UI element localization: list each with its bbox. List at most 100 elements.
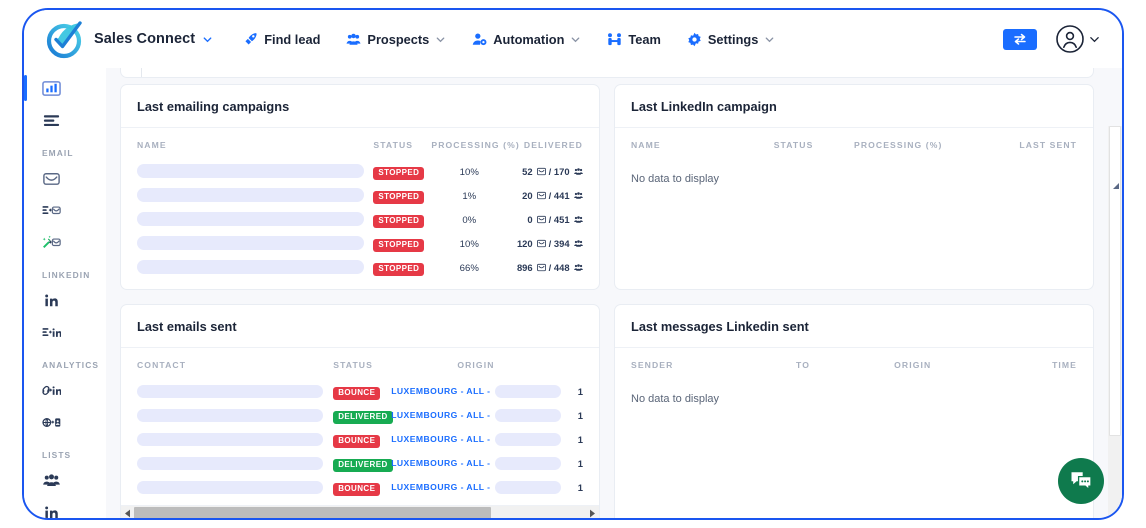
- cell-origin[interactable]: LUXEMBOURG - ALL -: [391, 427, 561, 451]
- cell-delivered: 896 / 448: [507, 255, 583, 279]
- cell-count: 1: [561, 451, 583, 475]
- table-row[interactable]: STOPPED 1% 20 / 441: [137, 183, 583, 207]
- column-header-time: TIME: [1052, 360, 1077, 370]
- origin-link[interactable]: LUXEMBOURG - ALL -: [391, 458, 490, 468]
- sidebar-item-link-analytics[interactable]: [24, 374, 106, 406]
- horizontal-scrollbar[interactable]: [121, 505, 599, 518]
- cell-contact[interactable]: [137, 379, 333, 403]
- table-row[interactable]: STOPPED 10% 120 / 394: [137, 231, 583, 255]
- sidebar-item-lists-overview[interactable]: [24, 104, 106, 136]
- list-plus-linkedin-icon: [42, 327, 61, 337]
- people-group-icon: [43, 473, 60, 486]
- nav-item-settings[interactable]: Settings: [687, 32, 775, 47]
- sidebar-item-web-analytics[interactable]: [24, 406, 106, 438]
- list-lines-icon: [43, 114, 60, 126]
- brand-menu[interactable]: Sales Connect: [94, 31, 213, 47]
- nav-item-find-lead[interactable]: Find lead: [243, 32, 320, 47]
- cell-name[interactable]: [137, 255, 373, 279]
- contact-name-placeholder: [137, 480, 324, 494]
- delivered-sent: 0: [527, 214, 533, 225]
- scroll-left-arrow[interactable]: [121, 506, 134, 519]
- origin-link[interactable]: LUXEMBOURG - ALL -: [391, 386, 490, 396]
- campaign-name-placeholder: [137, 236, 364, 250]
- column-header-last-sent: LAST SENT: [1019, 140, 1077, 150]
- delivered-sent: 20: [522, 190, 533, 201]
- cell-name[interactable]: [137, 231, 373, 255]
- sales-connect-logo[interactable]: [40, 15, 88, 63]
- delivered-total: 448: [553, 262, 570, 273]
- rocket-icon: [245, 32, 257, 44]
- vertical-scrollbar[interactable]: [1108, 126, 1122, 518]
- cell-status: STOPPED: [373, 231, 431, 255]
- app-window: Sales Connect Find lead Prospects Automa…: [22, 8, 1124, 520]
- switch-account-button[interactable]: [1003, 28, 1037, 50]
- scrollbar-track[interactable]: [134, 506, 586, 518]
- sidebar-item-linkedin-campaign[interactable]: [24, 316, 106, 348]
- sidebar-item-email-magic[interactable]: [24, 226, 106, 258]
- status-badge: BOUNCE: [333, 386, 381, 400]
- count-value: 1: [577, 482, 583, 493]
- delivered-total: 394: [553, 238, 570, 249]
- origin-link[interactable]: LUXEMBOURG - ALL -: [391, 434, 490, 444]
- cell-origin[interactable]: LUXEMBOURG - ALL -: [391, 475, 561, 499]
- brand-label: Sales Connect: [94, 31, 196, 47]
- sidebar-item-email-campaign[interactable]: [24, 194, 106, 226]
- cell-contact[interactable]: [137, 475, 333, 499]
- panel-title: Last emails sent: [121, 305, 599, 348]
- cell-contact[interactable]: [137, 403, 333, 427]
- cell-origin[interactable]: LUXEMBOURG - ALL -: [391, 379, 561, 403]
- status-badge: STOPPED: [373, 214, 425, 228]
- cell-status: STOPPED: [373, 207, 431, 231]
- nav-item-team[interactable]: Team: [607, 32, 661, 47]
- origin-placeholder: [494, 456, 561, 470]
- column-header-origin: ORIGIN: [457, 360, 495, 370]
- person-gear-icon: [473, 33, 487, 45]
- table-row[interactable]: DELIVERED LUXEMBOURG - ALL - 1: [137, 451, 583, 475]
- table-row[interactable]: BOUNCE LUXEMBOURG - ALL - 1: [137, 475, 583, 499]
- delivered-total: 170: [553, 166, 570, 177]
- cell-name[interactable]: [137, 183, 373, 207]
- origin-link[interactable]: LUXEMBOURG - ALL -: [391, 410, 490, 420]
- sidebar-item-dashboard[interactable]: [24, 72, 106, 104]
- table-row[interactable]: STOPPED 66% 896 / 448: [137, 255, 583, 279]
- nav-item-automation[interactable]: Automation: [472, 32, 581, 47]
- account-menu[interactable]: [1055, 24, 1100, 54]
- nav-item-prospects[interactable]: Prospects: [346, 32, 446, 47]
- nav-label: Find lead: [264, 31, 321, 47]
- column-header-processing: PROCESSING (%): [431, 140, 520, 150]
- table-row[interactable]: BOUNCE LUXEMBOURG - ALL - 1: [137, 379, 583, 403]
- cell-count: 1: [561, 427, 583, 451]
- swap-arrows-icon: [1014, 33, 1026, 45]
- sidebar-caption-lists: LISTS: [42, 450, 72, 460]
- link-linkedin-icon: [42, 385, 61, 395]
- people-group-icon: [574, 192, 583, 199]
- sidebar-item-linkedin-lists[interactable]: [24, 496, 106, 518]
- sidebar-item-linkedin[interactable]: [24, 284, 106, 316]
- origin-link[interactable]: LUXEMBOURG - ALL -: [391, 482, 490, 492]
- cell-name[interactable]: [137, 159, 373, 183]
- column-header-spacer: [561, 360, 583, 379]
- status-badge: STOPPED: [373, 190, 425, 204]
- cell-name[interactable]: [137, 207, 373, 231]
- origin-placeholder: [494, 384, 561, 398]
- table-row[interactable]: STOPPED 10% 52 / 170: [137, 159, 583, 183]
- chat-widget-button[interactable]: [1058, 458, 1104, 504]
- sidebar-item-email-single[interactable]: [24, 162, 106, 194]
- scroll-right-arrow[interactable]: [586, 506, 599, 519]
- table-row[interactable]: BOUNCE LUXEMBOURG - ALL - 1: [137, 427, 583, 451]
- cell-origin[interactable]: LUXEMBOURG - ALL -: [391, 403, 561, 427]
- table-row[interactable]: STOPPED 0% 0 / 451: [137, 207, 583, 231]
- cell-contact[interactable]: [137, 451, 333, 475]
- table-row[interactable]: DELIVERED LUXEMBOURG - ALL - 1: [137, 403, 583, 427]
- status-badge: STOPPED: [373, 238, 425, 252]
- cell-status: STOPPED: [373, 159, 431, 183]
- list-plus-envelope-icon: [42, 205, 61, 214]
- cell-origin[interactable]: LUXEMBOURG - ALL -: [391, 451, 561, 475]
- scrollbar-thumb[interactable]: [134, 506, 492, 518]
- delivered-total: 441: [553, 190, 570, 201]
- sidebar-item-contact-lists[interactable]: [24, 464, 106, 496]
- linkedin-icon: [45, 506, 58, 518]
- vertical-scrollbar-thumb[interactable]: [1109, 126, 1121, 436]
- cell-contact[interactable]: [137, 427, 333, 451]
- people-group-icon: [574, 216, 583, 223]
